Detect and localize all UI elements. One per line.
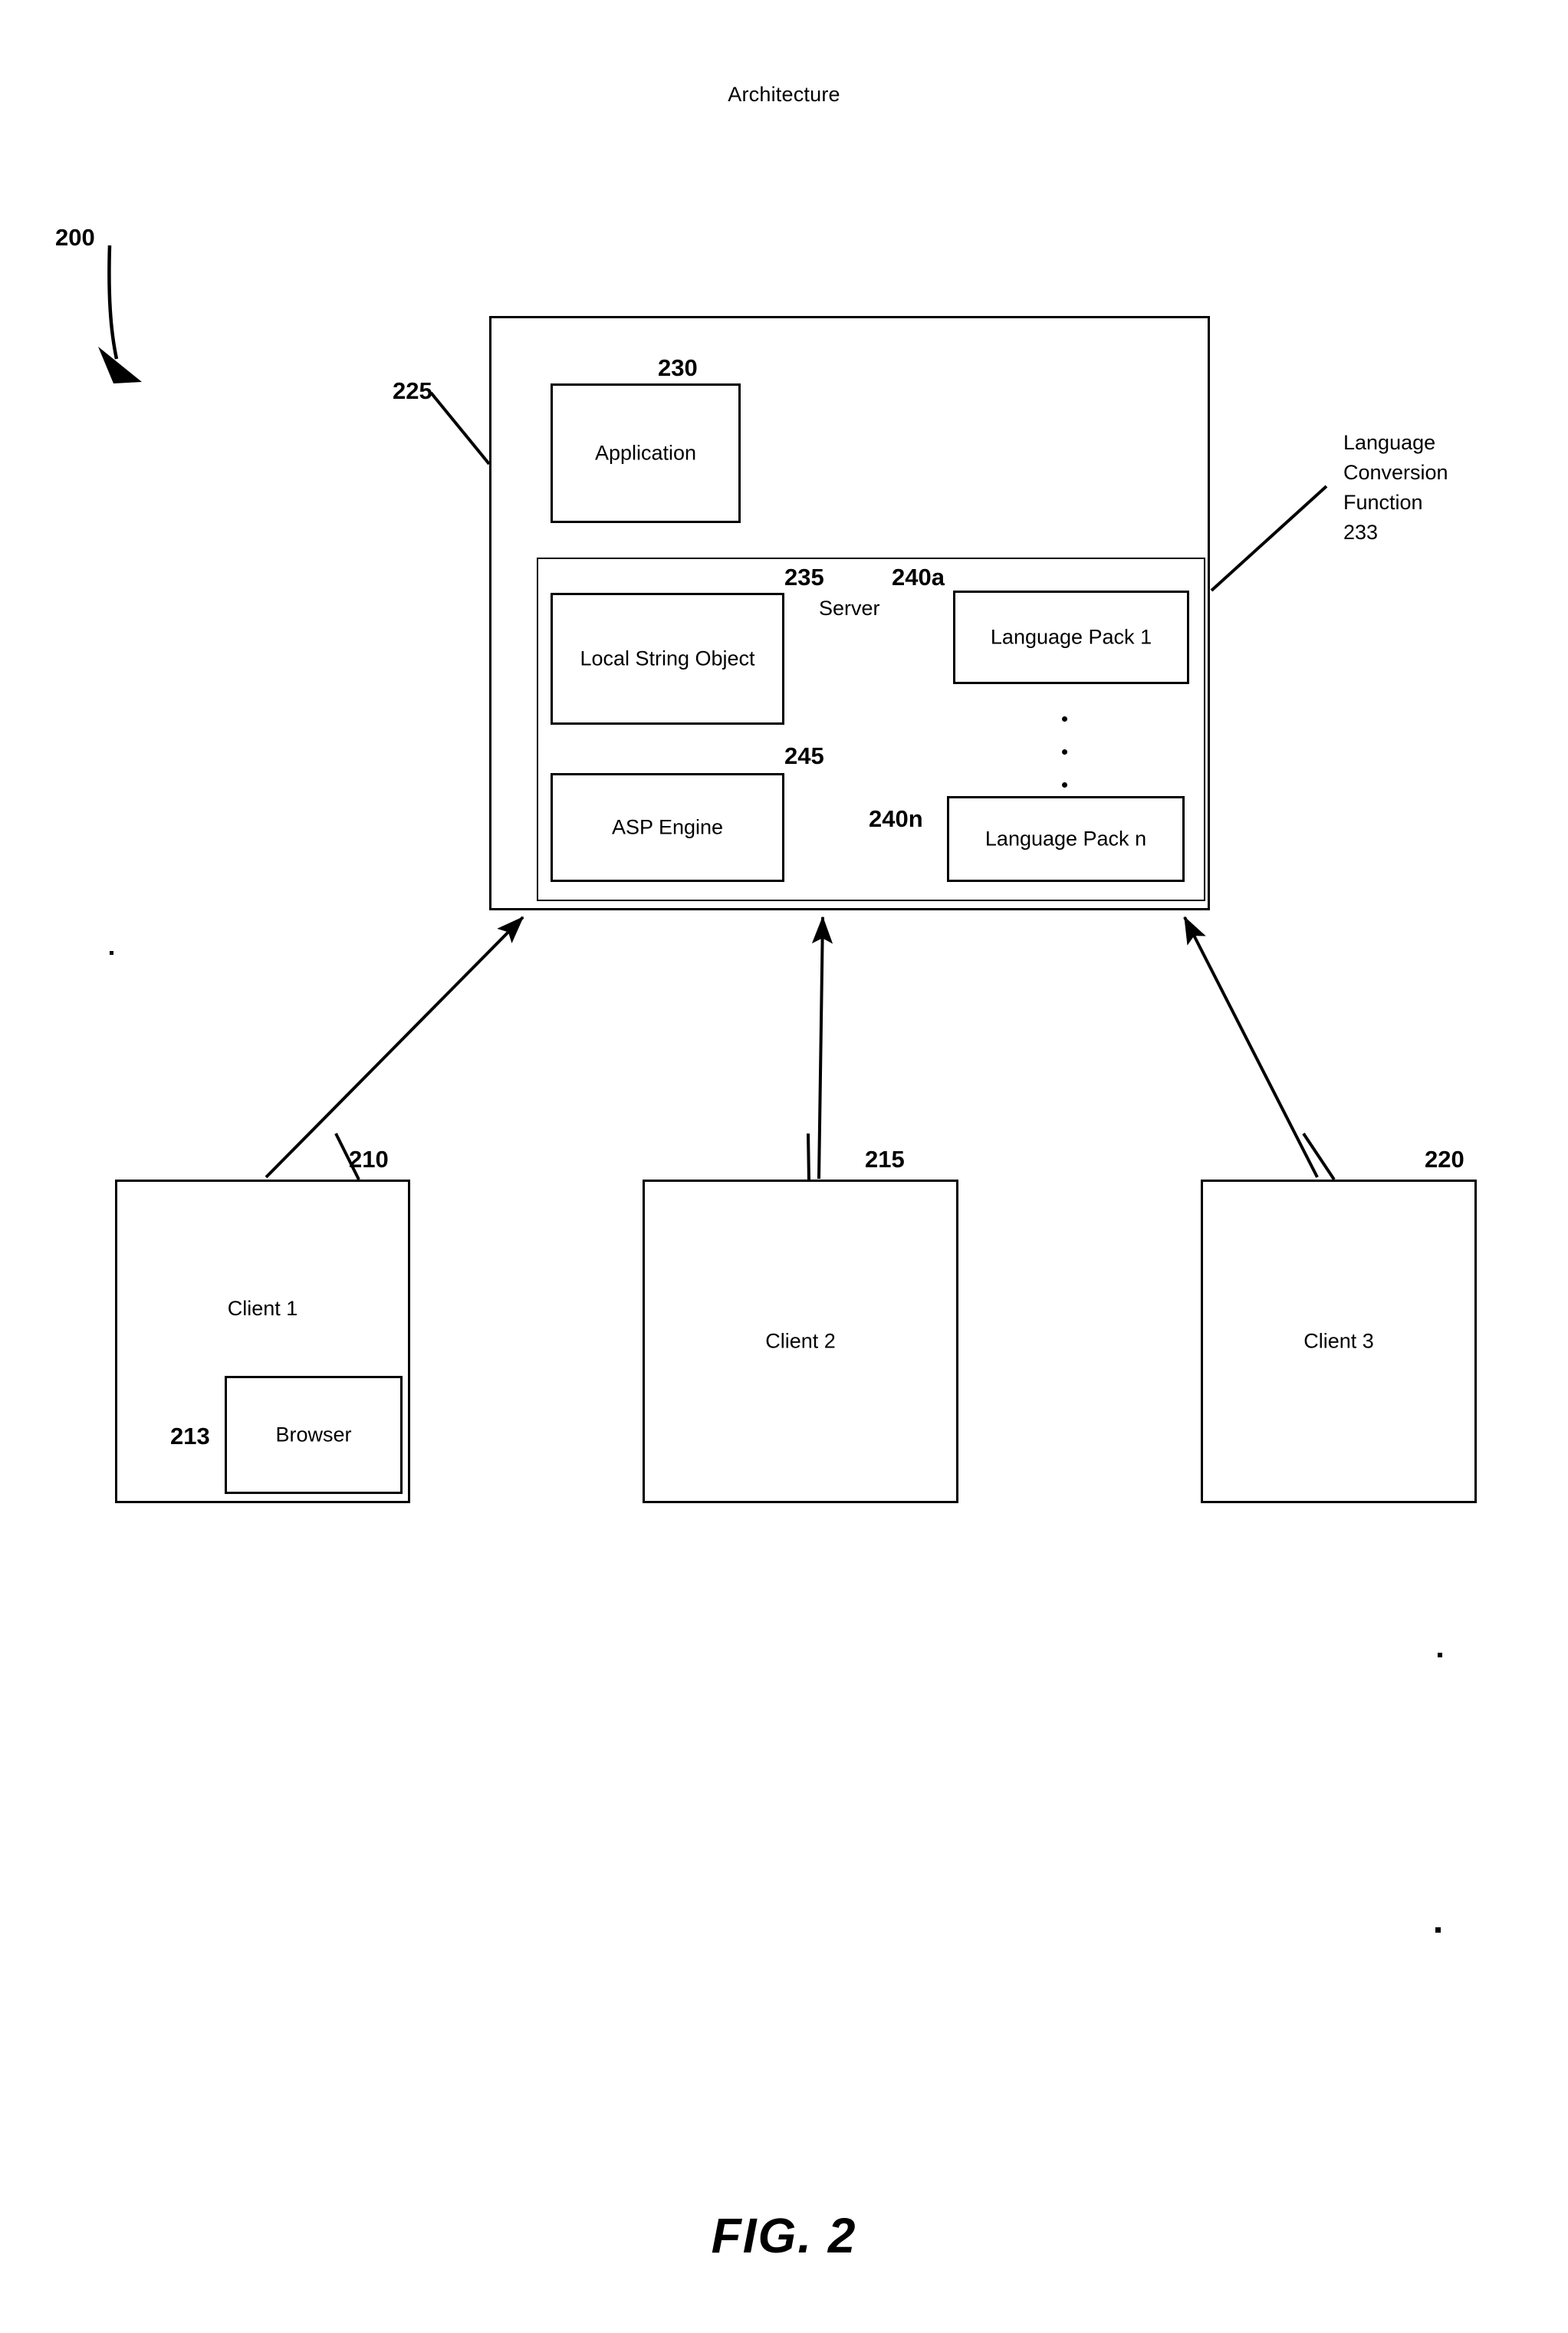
system-ref-arrowhead [98, 347, 142, 383]
client3-to-server-arrow [1183, 916, 1319, 1178]
ref-220-leader [1302, 1132, 1336, 1181]
ref-225: 225 [393, 377, 432, 404]
client1-to-server-arrow [265, 916, 524, 1179]
scan-speck [1438, 1653, 1442, 1657]
language-pack-n-label: Language Pack n [985, 827, 1147, 851]
ellipsis-dot [1062, 782, 1067, 788]
client-2-box[interactable]: Client 2 [643, 1180, 958, 1503]
page-header: Architecture [728, 83, 840, 106]
ellipsis-dot [1062, 716, 1067, 722]
ref-210: 210 [349, 1146, 389, 1173]
ref-215: 215 [865, 1146, 905, 1173]
ref-240n: 240n [869, 805, 923, 832]
client-3-label: Client 3 [1303, 1329, 1374, 1353]
ref-240a: 240a [892, 564, 945, 591]
browser-box[interactable]: Browser [225, 1376, 403, 1494]
application-label: Application [594, 441, 697, 465]
asp-engine-box[interactable]: ASP Engine [551, 773, 784, 882]
system-ref-leader [107, 245, 119, 360]
server-label: Server [819, 597, 880, 620]
scan-speck [1435, 1927, 1441, 1933]
ref-215-leader [807, 1133, 810, 1180]
ref-200: 200 [55, 224, 95, 251]
language-pack-1-label: Language Pack 1 [990, 625, 1152, 649]
client-1-label: Client 1 [227, 1297, 298, 1320]
ellipsis-dots [1062, 716, 1067, 788]
ref-220: 220 [1425, 1146, 1464, 1173]
language-conversion-leader [1210, 485, 1328, 592]
ref-235: 235 [784, 564, 824, 591]
application-box[interactable]: Application [551, 383, 741, 523]
scan-speck [110, 951, 113, 955]
patent-figure-page: Architecture 200 225 Application 230 235… [0, 0, 1568, 2333]
ellipsis-dot [1062, 749, 1067, 755]
ref-245: 245 [784, 742, 824, 769]
browser-label: Browser [275, 1423, 352, 1446]
ref-213: 213 [170, 1423, 210, 1449]
local-string-object-label: Local String Object [580, 647, 755, 670]
ref-225-leader [429, 391, 491, 466]
figure-caption: FIG. 2 [711, 2208, 857, 2263]
client-3-box[interactable]: Client 3 [1201, 1180, 1477, 1503]
local-string-object-box[interactable]: Local String Object [551, 593, 784, 725]
client2-to-server-arrow [811, 916, 833, 1180]
language-pack-n-box[interactable]: Language Pack n [947, 796, 1185, 882]
asp-engine-label: ASP Engine [611, 815, 724, 839]
language-pack-1-box[interactable]: Language Pack 1 [953, 591, 1189, 684]
ref-230: 230 [658, 354, 698, 381]
client-2-label: Client 2 [765, 1329, 836, 1353]
language-conversion-function-callout: Language Conversion Function 233 [1343, 431, 1448, 545]
